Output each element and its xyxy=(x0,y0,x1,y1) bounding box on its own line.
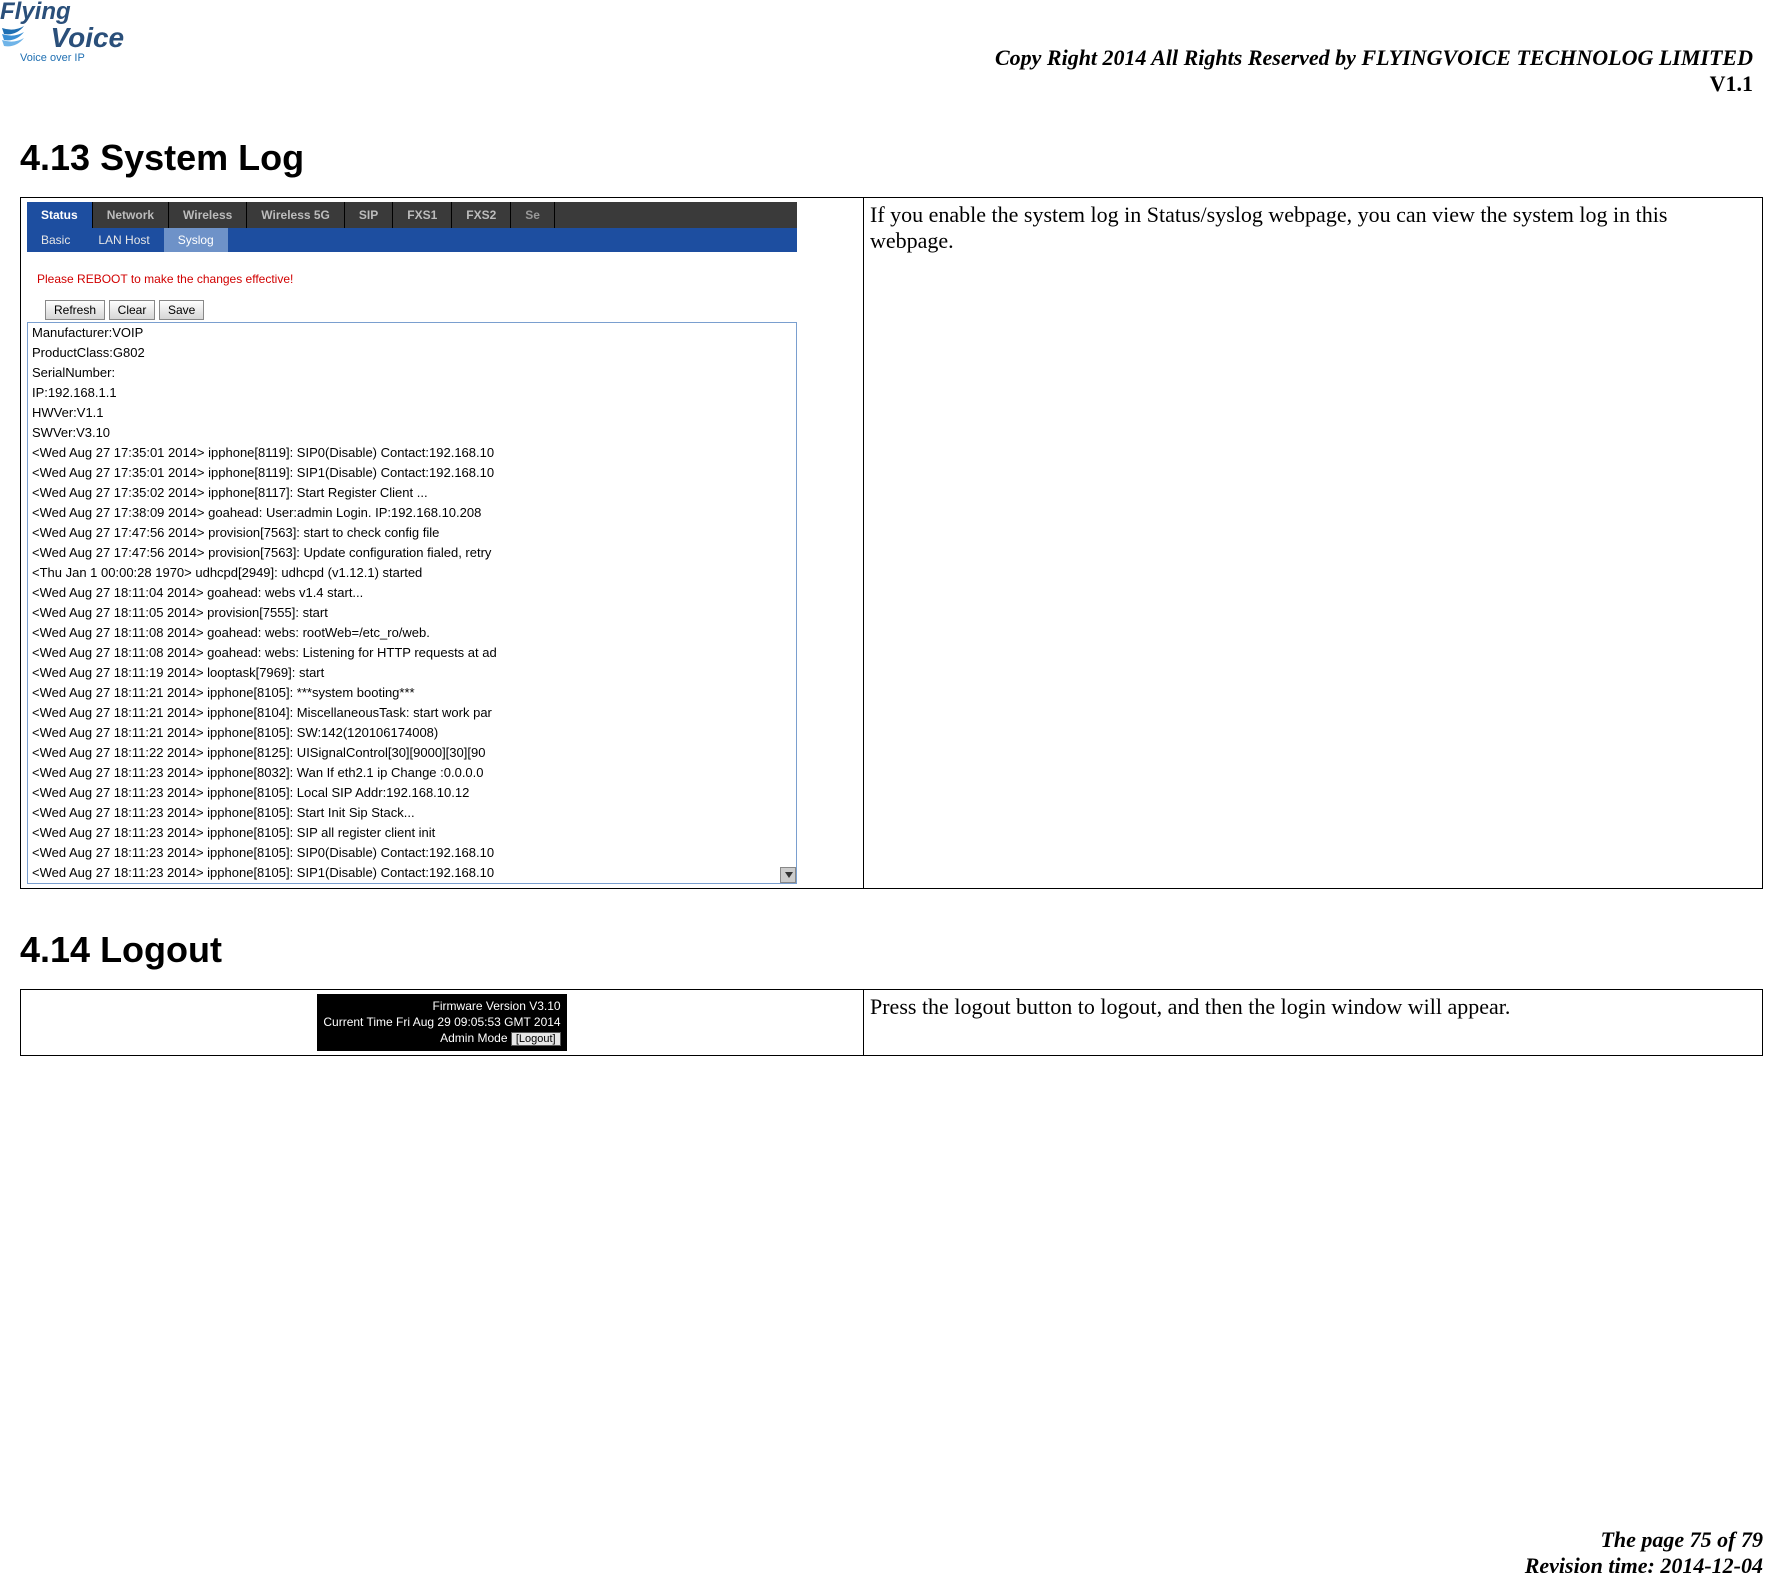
main-tab-fxs2[interactable]: FXS2 xyxy=(452,202,511,228)
main-tab-se[interactable]: Se xyxy=(511,202,555,228)
log-line: <Wed Aug 27 18:11:23 2014> ipphone[8105]… xyxy=(28,843,796,863)
sub-tab-basic[interactable]: Basic xyxy=(27,228,84,252)
logout-description: Press the logout button to logout, and t… xyxy=(870,994,1510,1019)
document-page: Flying Voice Voice over IP Copy Right 20… xyxy=(0,0,1783,1589)
main-tab-wireless[interactable]: Wireless xyxy=(169,202,247,228)
sub-tab-syslog[interactable]: Syslog xyxy=(164,228,228,252)
log-line: SerialNumber: xyxy=(28,363,796,383)
log-line: <Wed Aug 27 18:11:23 2014> ipphone[8032]… xyxy=(28,763,796,783)
page-number: The page 75 of 79 xyxy=(1525,1527,1763,1553)
log-line: <Wed Aug 27 17:47:56 2014> provision[756… xyxy=(28,543,796,563)
main-nav-tabs: StatusNetworkWirelessWireless 5GSIPFXS1F… xyxy=(27,202,797,228)
log-line: <Wed Aug 27 18:11:19 2014> looptask[7969… xyxy=(28,663,796,683)
logout-table: Firmware Version V3.10 Current Time Fri … xyxy=(20,989,1763,1056)
log-line: <Wed Aug 27 18:11:21 2014> ipphone[8104]… xyxy=(28,703,796,723)
logout-button[interactable]: [Logout] xyxy=(511,1032,561,1046)
log-line: <Wed Aug 27 17:35:01 2014> ipphone[8119]… xyxy=(28,443,796,463)
header-right: Copy Right 2014 All Rights Reserved by F… xyxy=(20,10,1763,97)
copyright-text: Copy Right 2014 All Rights Reserved by F… xyxy=(995,45,1753,70)
log-line: <Thu Jan 1 00:00:28 1970> udhcpd[2949]: … xyxy=(28,563,796,583)
logout-bar-screenshot: Firmware Version V3.10 Current Time Fri … xyxy=(317,994,566,1051)
main-tab-wireless-5g[interactable]: Wireless 5G xyxy=(247,202,345,228)
main-tab-sip[interactable]: SIP xyxy=(345,202,393,228)
logo-tagline: Voice over IP xyxy=(0,52,130,64)
log-line: IP:192.168.1.1 xyxy=(28,383,796,403)
page-footer: The page 75 of 79 Revision time: 2014-12… xyxy=(1525,1527,1763,1579)
log-line: <Wed Aug 27 18:11:05 2014> provision[755… xyxy=(28,603,796,623)
log-line: <Wed Aug 27 18:11:23 2014> ipphone[8105]… xyxy=(28,863,796,883)
log-line: Manufacturer:VOIP xyxy=(28,323,796,343)
log-line: <Wed Aug 27 18:11:21 2014> ipphone[8105]… xyxy=(28,723,796,743)
system-log-description-cell: If you enable the system log in Status/s… xyxy=(864,198,1763,889)
logo-swoosh-icon xyxy=(0,24,26,50)
sub-nav-tabs: BasicLAN HostSyslog xyxy=(27,228,797,252)
log-line: <Wed Aug 27 17:35:02 2014> ipphone[8117]… xyxy=(28,483,796,503)
log-line: SWVer:V3.10 xyxy=(28,423,796,443)
log-line: <Wed Aug 27 18:11:08 2014> goahead: webs… xyxy=(28,643,796,663)
current-time-text: Current Time Fri Aug 29 09:05:53 GMT 201… xyxy=(323,1014,560,1030)
section-title-logout: 4.14 Logout xyxy=(20,929,1763,971)
admin-mode-label: Admin Mode xyxy=(440,1031,507,1045)
scroll-down-icon[interactable] xyxy=(780,867,796,883)
reboot-warning: Please REBOOT to make the changes effect… xyxy=(27,252,797,300)
section-title-system-log: 4.13 System Log xyxy=(20,137,1763,179)
admin-mode-row: Admin Mode [Logout] xyxy=(323,1030,560,1046)
log-line: <Wed Aug 27 18:11:04 2014> goahead: webs… xyxy=(28,583,796,603)
main-tab-fxs1[interactable]: FXS1 xyxy=(393,202,452,228)
firmware-version-text: Firmware Version V3.10 xyxy=(323,998,560,1014)
syslog-button-row: Refresh Clear Save xyxy=(27,300,797,320)
log-line: ProductClass:G802 xyxy=(28,343,796,363)
main-tab-network[interactable]: Network xyxy=(93,202,169,228)
log-line: <Wed Aug 27 18:11:22 2014> ipphone[8125]… xyxy=(28,743,796,763)
logout-description-cell: Press the logout button to logout, and t… xyxy=(864,990,1763,1056)
log-line: <Wed Aug 27 17:38:09 2014> goahead: User… xyxy=(28,503,796,523)
syslog-textarea[interactable]: Manufacturer:VOIPProductClass:G802Serial… xyxy=(27,322,797,884)
sub-tab-lan-host[interactable]: LAN Host xyxy=(84,228,163,252)
doc-version: V1.1 xyxy=(20,71,1753,97)
log-line: <Wed Aug 27 18:11:21 2014> ipphone[8105]… xyxy=(28,683,796,703)
system-log-table: StatusNetworkWirelessWireless 5GSIPFXS1F… xyxy=(20,197,1763,889)
log-line: <Wed Aug 27 17:35:01 2014> ipphone[8119]… xyxy=(28,463,796,483)
system-log-screenshot-cell: StatusNetworkWirelessWireless 5GSIPFXS1F… xyxy=(21,198,864,889)
log-line: <Wed Aug 27 17:47:56 2014> provision[756… xyxy=(28,523,796,543)
log-line: <Wed Aug 27 18:11:23 2014> ipphone[8105]… xyxy=(28,783,796,803)
save-button[interactable]: Save xyxy=(159,300,204,320)
refresh-button[interactable]: Refresh xyxy=(45,300,105,320)
system-log-description: If you enable the system log in Status/s… xyxy=(870,202,1667,253)
revision-time: Revision time: 2014-12-04 xyxy=(1525,1553,1763,1579)
log-line: <Wed Aug 27 18:11:23 2014> ipphone[8105]… xyxy=(28,803,796,823)
logo-text-bottom: Voice xyxy=(30,22,124,53)
brand-logo: Flying Voice Voice over IP xyxy=(0,0,130,64)
main-tab-status[interactable]: Status xyxy=(27,202,93,228)
log-line: HWVer:V1.1 xyxy=(28,403,796,423)
log-line: <Wed Aug 27 18:11:08 2014> goahead: webs… xyxy=(28,623,796,643)
log-line: <Wed Aug 27 18:11:23 2014> ipphone[8105]… xyxy=(28,823,796,843)
clear-button[interactable]: Clear xyxy=(109,300,156,320)
logout-screenshot-cell: Firmware Version V3.10 Current Time Fri … xyxy=(21,990,864,1056)
syslog-screenshot: StatusNetworkWirelessWireless 5GSIPFXS1F… xyxy=(27,202,797,884)
